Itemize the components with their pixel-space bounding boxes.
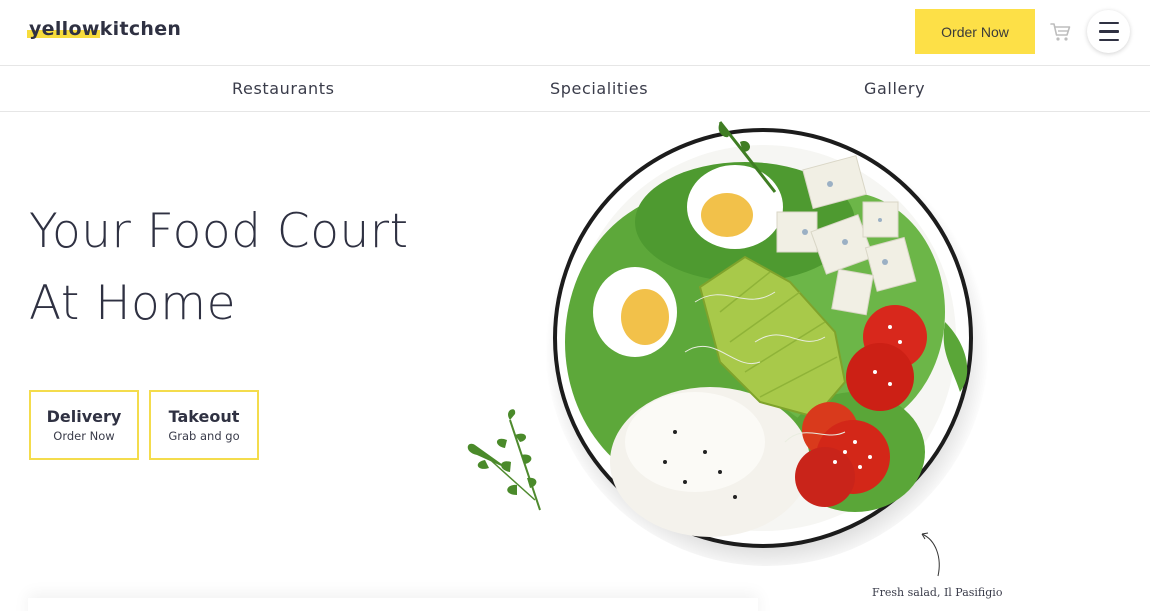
- menu-line: [1098, 30, 1119, 33]
- caption-arrow-icon: [921, 532, 940, 577]
- order-now-button[interactable]: Order Now: [915, 9, 1035, 54]
- takeout-card[interactable]: Takeout Grab and go: [149, 390, 259, 460]
- nav-item-gallery[interactable]: Gallery: [864, 79, 925, 98]
- takeout-card-title: Takeout: [168, 407, 240, 426]
- logo[interactable]: yellowkitchen: [29, 18, 181, 40]
- image-caption: Fresh salad, Il Pasifigio: [872, 586, 1003, 599]
- bottom-card: [28, 598, 758, 611]
- takeout-card-subtitle: Grab and go: [168, 429, 240, 443]
- cart-icon-svg: [1050, 23, 1071, 41]
- hero-title-line-2: At Home: [29, 276, 236, 331]
- hero-title-line-1: Your Food Court: [29, 204, 409, 259]
- nav-item-restaurants[interactable]: Restaurants: [232, 79, 335, 98]
- arugula-leaf-image: [467, 409, 541, 511]
- menu-line: [1098, 38, 1119, 42]
- site-header: yellowkitchen Order Now: [0, 0, 1150, 66]
- main-nav: Restaurants Specialities Gallery: [0, 66, 1150, 112]
- hamburger-menu-icon[interactable]: [1087, 10, 1130, 53]
- cart-icon[interactable]: [1049, 20, 1073, 44]
- logo-text: kitchen: [99, 18, 182, 40]
- delivery-card-title: Delivery: [46, 407, 122, 426]
- delivery-card-subtitle: Order Now: [53, 429, 115, 443]
- logo-highlight-text: yellow: [29, 18, 100, 40]
- delivery-card[interactable]: Delivery Order Now: [29, 390, 139, 460]
- menu-line: [1098, 21, 1119, 25]
- hero-title: Your Food Court At Home: [29, 196, 409, 340]
- salad-bowl-image: [545, 121, 989, 566]
- nav-item-specialities[interactable]: Specialities: [550, 79, 648, 98]
